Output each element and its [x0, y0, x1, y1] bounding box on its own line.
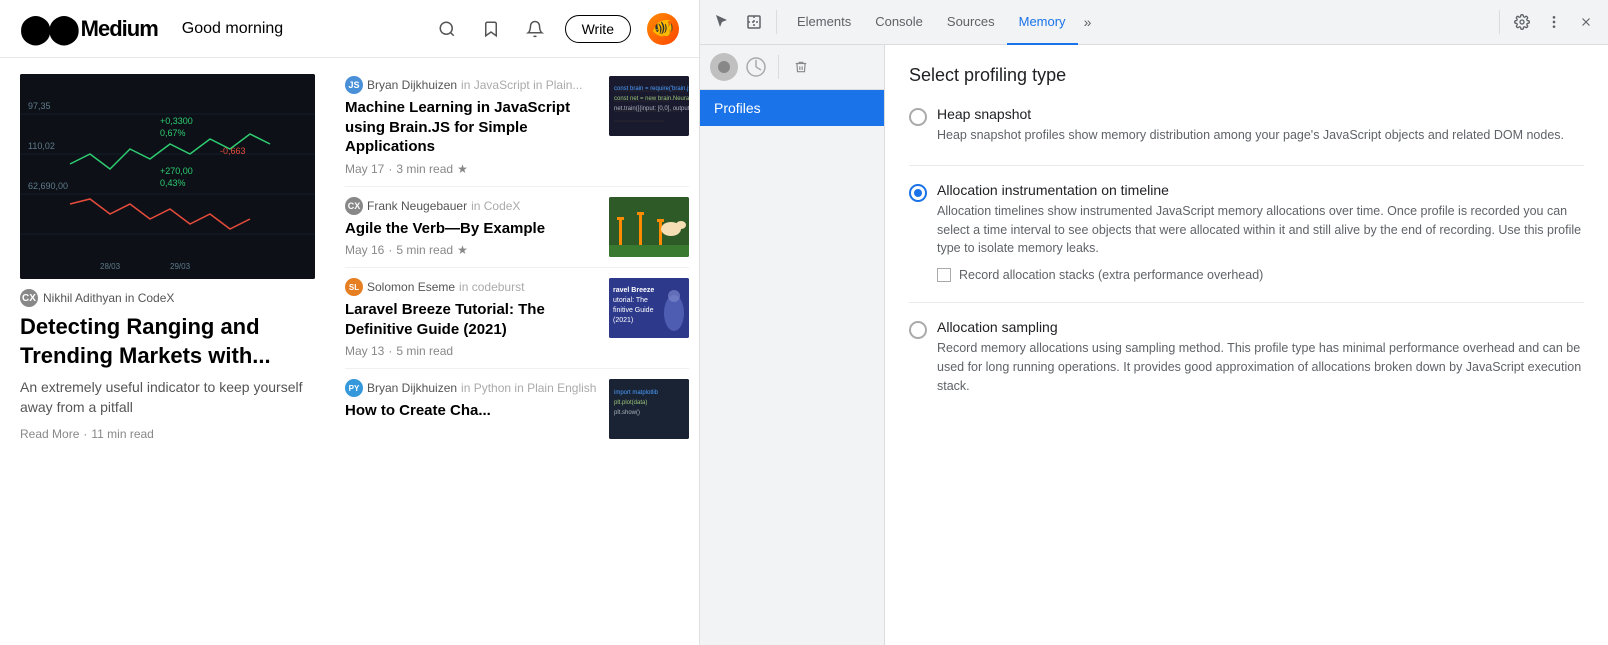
svg-text:+270,00: +270,00 [160, 166, 193, 176]
heap-snapshot-option[interactable]: Heap snapshot Heap snapshot profiles sho… [909, 106, 1584, 145]
tab-console[interactable]: Console [863, 0, 935, 45]
memory-panel-body: Profiles Select profiling type Heap snap… [700, 45, 1608, 645]
tab-sources[interactable]: Sources [935, 0, 1007, 45]
allocation-sampling-option[interactable]: Allocation sampling Record memory alloca… [909, 319, 1584, 395]
medium-logo[interactable]: ⬤⬤ Medium [20, 12, 158, 45]
list-item[interactable]: CX Frank Neugebauer in CodeX Agile the V… [345, 187, 689, 269]
svg-text:0,67%: 0,67% [160, 128, 186, 138]
allocation-timeline-label: Allocation instrumentation on timeline [937, 182, 1584, 198]
allocation-sub-options: Record allocation stacks (extra performa… [937, 268, 1584, 282]
author-avatar: PY [345, 379, 363, 397]
bookmark-icon[interactable] [477, 15, 505, 43]
option-divider-2 [909, 302, 1584, 303]
article-thumbnail [609, 197, 689, 257]
svg-text:28/03: 28/03 [100, 262, 121, 271]
article-thumbnail: ravel Breeze utorial: The finitive Guide… [609, 278, 689, 338]
list-item[interactable]: PY Bryan Dijkhuizen in Python in Plain E… [345, 369, 689, 449]
svg-text:29/03: 29/03 [170, 262, 191, 271]
featured-meta: Read More · 11 min read [20, 427, 315, 441]
author-avatar: CX [345, 197, 363, 215]
svg-text:const brain = require('brain.j: const brain = require('brain.js') [614, 86, 689, 92]
svg-text:97,35: 97,35 [28, 101, 51, 111]
devtools-panel: Elements Console Sources Memory » [700, 0, 1608, 645]
profiling-type-title: Select profiling type [909, 65, 1584, 86]
heap-snapshot-desc: Heap snapshot profiles show memory distr… [937, 126, 1584, 145]
allocation-timeline-radio[interactable] [909, 184, 927, 202]
tab-memory[interactable]: Memory [1007, 0, 1078, 45]
more-tabs-icon[interactable]: » [1078, 14, 1098, 30]
svg-text:finitive Guide: finitive Guide [613, 307, 654, 314]
allocation-timeline-desc: Allocation timelines show instrumented J… [937, 202, 1584, 258]
close-icon[interactable] [1572, 8, 1600, 36]
featured-title: Detecting Ranging and Trending Markets w… [20, 313, 315, 370]
list-item[interactable]: SL Solomon Eseme in codeburst Laravel Br… [345, 268, 689, 369]
stop-button[interactable] [742, 53, 770, 81]
avatar[interactable]: 🐠 [647, 13, 679, 45]
article-list: JS Bryan Dijkhuizen in JavaScript in Pla… [335, 58, 699, 645]
allocation-sampling-desc: Record memory allocations using sampling… [937, 339, 1584, 395]
svg-text:plt.plot(data): plt.plot(data) [614, 400, 647, 406]
featured-image: 97,35 110,02 62,690,00 +0,3300 0,67% +27… [20, 74, 315, 279]
write-button[interactable]: Write [565, 15, 631, 43]
medium-header: ⬤⬤ Medium Good morning Write 🐠 [0, 0, 699, 58]
devtools-tabs: Elements Console Sources Memory » [785, 0, 1097, 45]
svg-text:utorial: The: utorial: The [613, 297, 648, 304]
svg-text:+0,3300: +0,3300 [160, 116, 193, 126]
svg-text:const net = new brain.NeuralNe: const net = new brain.NeuralNetwork() [614, 96, 689, 102]
featured-subtitle: An extremely useful indicator to keep yo… [20, 378, 315, 417]
allocation-sampling-label: Allocation sampling [937, 319, 1584, 335]
settings-icon[interactable] [1508, 8, 1536, 36]
clear-profiles-button[interactable] [787, 53, 815, 81]
heap-snapshot-radio[interactable] [909, 108, 927, 126]
box-tool-icon[interactable] [740, 8, 768, 36]
record-button[interactable] [710, 53, 738, 81]
svg-text:(2021): (2021) [613, 317, 633, 324]
heap-snapshot-label: Heap snapshot [937, 106, 1584, 122]
svg-text:62,690,00: 62,690,00 [28, 181, 68, 191]
memory-sidebar: Profiles [700, 45, 885, 645]
article-thumbnail: import matplotlib plt.plot(data) plt.sho… [609, 379, 689, 439]
toolbar-separator-2 [1499, 10, 1500, 34]
bell-icon[interactable] [521, 15, 549, 43]
memory-main: Select profiling type Heap snapshot Heap… [885, 45, 1608, 645]
cursor-tool-icon[interactable] [708, 8, 736, 36]
svg-text:plt.show(): plt.show() [614, 410, 640, 416]
article-thumbnail: const brain = require('brain.js') const … [609, 76, 689, 136]
featured-source: CX Nikhil Adithyan in CodeX [20, 289, 315, 307]
svg-text:0,43%: 0,43% [160, 178, 186, 188]
svg-text:net.train([{input: [0,0], outp: net.train([{input: [0,0], output: [0]}]) [614, 106, 689, 112]
svg-text:ravel Breeze: ravel Breeze [613, 287, 654, 294]
medium-content: 97,35 110,02 62,690,00 +0,3300 0,67% +27… [0, 58, 699, 645]
source-avatar: CX [20, 289, 38, 307]
medium-panel: ⬤⬤ Medium Good morning Write 🐠 [0, 0, 700, 645]
author-avatar: SL [345, 278, 363, 296]
tab-elements[interactable]: Elements [785, 0, 863, 45]
record-stacks-label: Record allocation stacks (extra performa… [959, 268, 1263, 282]
toolbar-separator [776, 10, 777, 34]
allocation-sampling-radio[interactable] [909, 321, 927, 339]
allocation-timeline-option[interactable]: Allocation instrumentation on timeline A… [909, 182, 1584, 282]
author-avatar: JS [345, 76, 363, 94]
featured-article: 97,35 110,02 62,690,00 +0,3300 0,67% +27… [0, 58, 335, 645]
option-divider [909, 165, 1584, 166]
svg-text:import matplotlib: import matplotlib [614, 390, 659, 396]
list-item[interactable]: JS Bryan Dijkhuizen in JavaScript in Pla… [345, 66, 689, 187]
more-options-icon[interactable] [1540, 8, 1568, 36]
sidebar-separator [778, 55, 779, 79]
devtools-toolbar: Elements Console Sources Memory » [700, 0, 1608, 45]
sidebar-controls [700, 45, 884, 90]
search-icon[interactable] [433, 15, 461, 43]
greeting-text: Good morning [182, 20, 283, 38]
svg-text:110,02: 110,02 [28, 141, 55, 151]
record-stacks-checkbox[interactable] [937, 268, 951, 282]
profiles-item[interactable]: Profiles [700, 90, 884, 126]
